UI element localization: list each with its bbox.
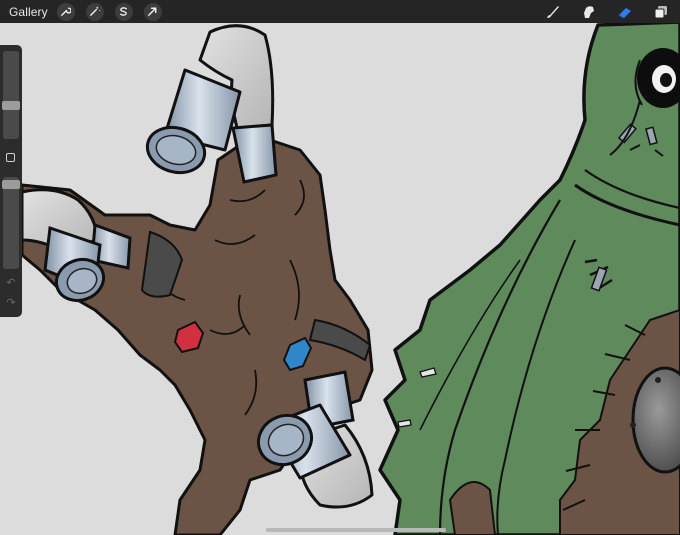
layers-icon [654,5,667,18]
redo-icon[interactable]: ↷ [4,296,18,310]
green-cloak-figure [378,20,680,535]
top-toolbar: Gallery [0,0,680,23]
modify-button[interactable] [6,153,15,162]
left-sidebar: ↶ ↷ [0,45,22,317]
transform-arrow-icon [148,7,157,16]
brush-size-thumb[interactable] [2,101,20,110]
adjustments-button[interactable] [85,2,104,21]
right-toolset [528,0,672,23]
actions-wrench-button[interactable] [56,2,75,21]
smudge-tool-button[interactable] [578,1,600,23]
brush-tool-button[interactable] [542,1,564,23]
brush-size-slider[interactable] [2,51,20,139]
brush-icon [547,5,559,18]
undo-icon[interactable]: ↶ [4,276,18,290]
transform-button[interactable] [143,2,162,21]
furry-hand-figure [20,24,374,535]
smudge-icon [584,5,594,18]
magic-wand-icon [90,6,101,16]
selection-s-icon [120,7,128,16]
drawing-canvas[interactable] [0,0,680,535]
home-indicator [266,528,446,532]
layers-button[interactable] [650,1,672,23]
wrench-icon [61,7,72,16]
eraser-tool-button[interactable] [614,1,636,23]
gallery-button[interactable]: Gallery [9,5,48,19]
opacity-thumb[interactable] [2,180,20,189]
eraser-icon [618,7,631,18]
selection-button[interactable] [114,2,133,21]
opacity-slider[interactable] [2,177,20,269]
